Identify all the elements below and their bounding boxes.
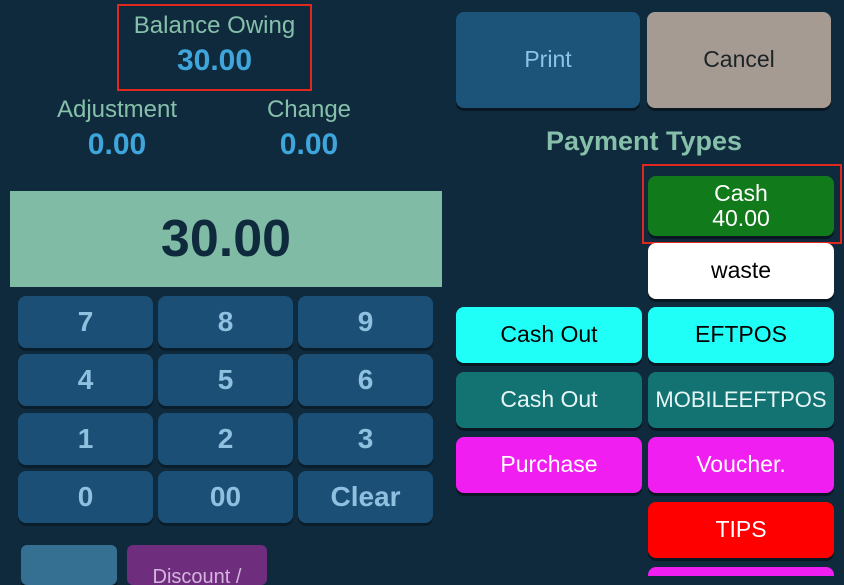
more-payment-button[interactable] (648, 567, 834, 576)
cash-payment-label: Cash (714, 179, 768, 206)
balance-owing-box: Balance Owing 30.00 (117, 4, 312, 91)
cancel-button[interactable]: Cancel (647, 12, 831, 108)
bottom-action-button[interactable] (21, 545, 117, 585)
adjustment-box: Adjustment 0.00 (22, 94, 212, 166)
keypad-key-8[interactable]: 8 (158, 296, 293, 348)
change-box: Change 0.00 (214, 94, 404, 166)
change-value: 0.00 (279, 128, 339, 161)
adjustment-value: 0.00 (87, 128, 147, 161)
mobile-eftpos-payment-button[interactable]: MOBILEEFTPOS (648, 372, 834, 428)
tips-button[interactable]: TIPS (648, 502, 834, 558)
cash-out-teal-button[interactable]: Cash Out (456, 372, 642, 428)
adjustment-label: Adjustment (56, 96, 178, 123)
keypad-key-2[interactable]: 2 (158, 413, 293, 465)
balance-owing-label: Balance Owing (133, 12, 296, 39)
keypad-key-9[interactable]: 9 (298, 296, 433, 348)
print-button[interactable]: Print (456, 12, 640, 108)
balance-owing-value: 30.00 (176, 44, 253, 77)
cash-payment-button[interactable]: Cash 40.00 (648, 176, 834, 236)
keypad-key-3[interactable]: 3 (298, 413, 433, 465)
eftpos-payment-button[interactable]: EFTPOS (648, 307, 834, 363)
keypad-key-6[interactable]: 6 (298, 354, 433, 406)
waste-payment-button[interactable]: waste (648, 243, 834, 299)
cash-out-button[interactable]: Cash Out (456, 307, 642, 363)
purchase-button[interactable]: Purchase (456, 437, 642, 493)
keypad-key-5[interactable]: 5 (158, 354, 293, 406)
keypad-key-7[interactable]: 7 (18, 296, 153, 348)
keypad-clear-button[interactable]: Clear (298, 471, 433, 523)
voucher-payment-button[interactable]: Voucher. (648, 437, 834, 493)
keypad-key-1[interactable]: 1 (18, 413, 153, 465)
keypad-key-4[interactable]: 4 (18, 354, 153, 406)
cash-payment-amount: 40.00 (712, 205, 770, 231)
keypad-key-0[interactable]: 0 (18, 471, 153, 523)
change-label: Change (266, 96, 352, 123)
discount-button[interactable]: Discount / (127, 545, 267, 585)
keypad-key-00[interactable]: 00 (158, 471, 293, 523)
payment-types-heading: Payment Types (545, 126, 743, 156)
amount-display: 30.00 (10, 191, 442, 287)
